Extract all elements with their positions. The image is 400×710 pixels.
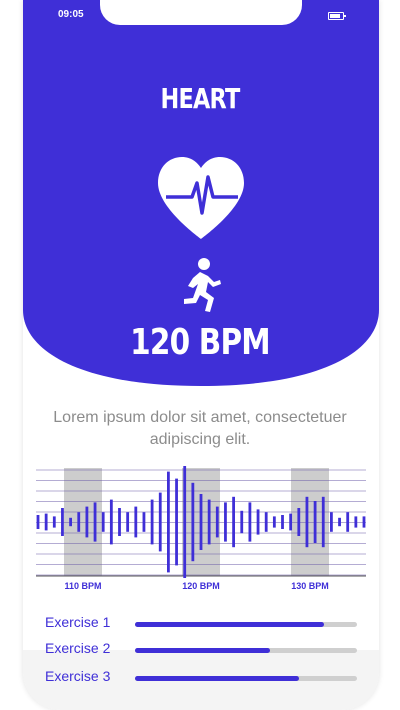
page-title: HEART [160,82,241,115]
exercise-progress-track [135,676,357,681]
exercise-progress-track [135,648,357,653]
chart-x-label: 120 BPM [182,581,220,591]
chart-bar [224,502,227,542]
chart-bar [305,496,309,548]
chart-bar [248,502,252,542]
exercise-label: Exercise 1 [45,614,111,630]
heart-icon [158,157,244,239]
exercise-progress-fill [135,676,300,681]
exercise-row-2: Exercise 2 [45,640,365,660]
chart-bar [44,513,48,531]
chart-bar [69,517,72,527]
chart-bar [36,515,40,529]
phone-notch [100,0,302,25]
chart-bar [126,512,130,532]
chart-bar [109,499,113,545]
exercise-row-3: Exercise 3 [45,668,365,688]
chart-bar [85,506,89,538]
description-text: Lorem ipsum dolor sit amet, consectetuer… [53,409,347,448]
chart-bar [313,501,317,543]
chart-bar [150,499,154,545]
chart-bar [362,516,366,528]
chart-bar [61,508,64,536]
exercise-label: Exercise 2 [45,640,111,656]
chart-bar [338,517,341,527]
chart-bar [240,510,244,534]
chart-bar [321,496,325,548]
status-time: 09:05 [58,9,84,20]
chart-bar [158,492,162,552]
exercise-row-1: Exercise 1 [45,614,365,634]
chart-bar [199,494,203,550]
chart-bar [297,508,301,536]
chart-bar [256,509,260,535]
chart-bar [207,499,211,545]
chart-bar [272,516,276,528]
chart-bar [191,482,195,562]
exercise-progress-fill [135,648,271,653]
chart-bar [77,512,81,532]
chart-bar [101,512,105,532]
chart-bar [264,512,268,532]
heartbeat-chart: 110 BPM 120 BPM 130 BPM [36,466,366,591]
chart-bar [330,512,333,532]
chart-bar [52,516,56,528]
chart-bar [142,512,146,532]
exercise-progress-fill [135,622,324,627]
chart-x-label: 110 BPM [64,581,101,591]
chart-bar [289,513,293,531]
chart-bar [354,516,358,528]
chart-bar [281,515,284,529]
chart-bar [215,506,219,538]
running-icon [184,258,221,312]
chart-bar [232,496,235,548]
chart-bar [346,512,350,532]
battery-icon [328,12,346,20]
exercise-progress-track [135,622,357,627]
chart-bar [167,471,170,573]
chart-bar [118,508,121,536]
chart-bar [134,506,138,538]
chart-x-label: 130 BPM [291,581,329,591]
chart-bar [93,502,97,542]
bpm-readout: 120 BPM [130,322,270,363]
chart-bar [175,478,178,566]
chart-bar [183,466,187,578]
exercise-label: Exercise 3 [45,668,111,684]
